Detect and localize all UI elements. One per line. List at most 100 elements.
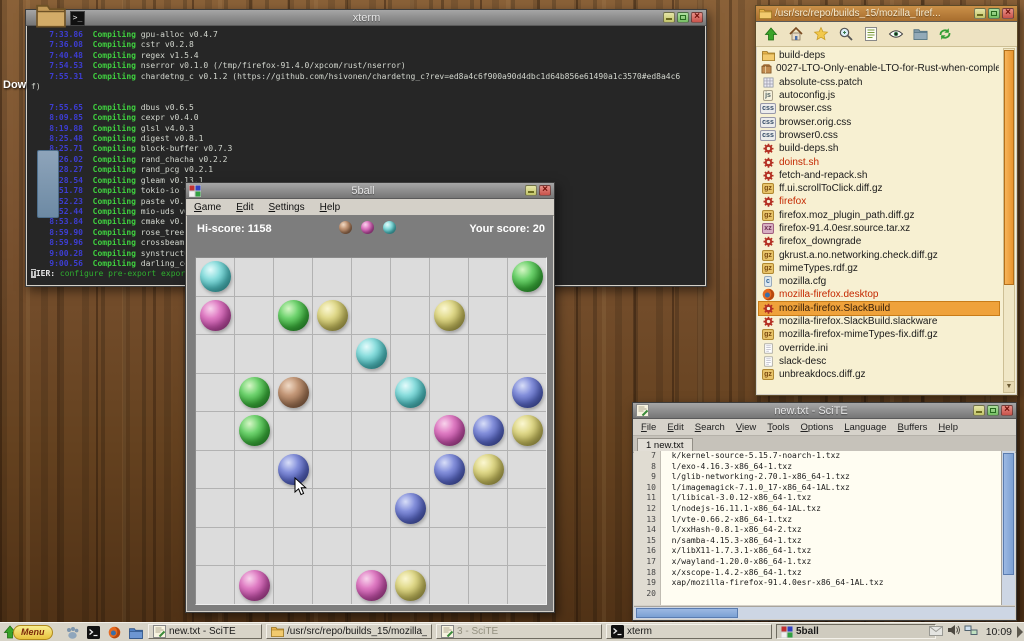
grid-cell[interactable]: [274, 374, 312, 412]
minimize-button[interactable]: [974, 8, 986, 19]
menu-item-help[interactable]: Help: [320, 202, 341, 213]
grid-cell[interactable]: [196, 451, 234, 489]
grid-cell[interactable]: [235, 412, 273, 450]
grid-cell[interactable]: [313, 489, 351, 527]
file-row[interactable]: firefox_downgrade: [759, 235, 999, 248]
file-row[interactable]: cssbrowser.css: [759, 102, 999, 115]
game-ball-magenta[interactable]: [434, 415, 465, 446]
file-manager-titlebar[interactable]: /usr/src/repo/builds_15/mozilla_firef...: [756, 6, 1017, 22]
grid-cell[interactable]: [274, 297, 312, 335]
minimize-button[interactable]: [525, 185, 537, 196]
scrollbar-thumb[interactable]: [1003, 453, 1014, 575]
menu-item-edit[interactable]: Edit: [236, 202, 253, 213]
grid-cell[interactable]: [196, 297, 234, 335]
maximize-button[interactable]: [677, 12, 689, 23]
grid-cell[interactable]: [196, 374, 234, 412]
menu-button[interactable]: Menu: [2, 624, 53, 640]
menu-item-edit[interactable]: Edit: [667, 422, 683, 433]
menu-item-view[interactable]: View: [736, 422, 756, 433]
vertical-scrollbar[interactable]: [1001, 451, 1015, 605]
grid-cell[interactable]: [430, 566, 468, 604]
grid-cell[interactable]: [352, 258, 390, 296]
menu-item-tools[interactable]: Tools: [767, 422, 789, 433]
task-button[interactable]: 5ball: [776, 624, 936, 639]
grid-cell[interactable]: [391, 374, 429, 412]
file-row[interactable]: gzfirefox.moz_plugin_path.diff.gz: [759, 209, 999, 222]
file-row[interactable]: xzfirefox-91.4.0esr.source.tar.xz: [759, 222, 999, 235]
file-row[interactable]: jsautoconfig.js: [759, 89, 999, 102]
grid-cell[interactable]: [235, 528, 273, 566]
grid-cell[interactable]: [469, 258, 507, 296]
close-button[interactable]: [1002, 8, 1014, 19]
maximize-button[interactable]: [987, 405, 999, 416]
grid-cell[interactable]: [469, 297, 507, 335]
launcher-terminal-icon[interactable]: [85, 625, 102, 640]
grid-cell[interactable]: [352, 566, 390, 604]
grid-cell[interactable]: [313, 412, 351, 450]
grid-cell[interactable]: [469, 566, 507, 604]
file-row[interactable]: gzff.ui.scrollToClick.diff.gz: [759, 182, 999, 195]
grid-cell[interactable]: [391, 335, 429, 373]
grid-cell[interactable]: [508, 566, 546, 604]
launcher-folder-blue-icon[interactable]: [127, 625, 144, 640]
list-view-icon[interactable]: [863, 26, 879, 42]
file-row[interactable]: gzmozilla-firefox-mimeTypes-fix.diff.gz: [759, 328, 999, 341]
grid-cell[interactable]: [469, 412, 507, 450]
game-ball-magenta[interactable]: [239, 570, 270, 601]
menu-item-search[interactable]: Search: [695, 422, 725, 433]
grid-cell[interactable]: [430, 489, 468, 527]
file-row[interactable]: build-deps.sh: [759, 142, 999, 155]
grid-cell[interactable]: [352, 297, 390, 335]
game-ball-yellow[interactable]: [395, 570, 426, 601]
menu-item-game[interactable]: Game: [194, 202, 221, 213]
game-ball-blue[interactable]: [434, 454, 465, 485]
file-row[interactable]: override.ini: [759, 342, 999, 355]
grid-cell[interactable]: [313, 374, 351, 412]
grid-cell[interactable]: [391, 297, 429, 335]
game-ball-yellow[interactable]: [434, 300, 465, 331]
grid-cell[interactable]: [508, 528, 546, 566]
grid-cell[interactable]: [508, 258, 546, 296]
task-button[interactable]: 3 - SciTE: [436, 624, 602, 639]
file-row[interactable]: mozilla-firefox.SlackBuild.slackware: [759, 315, 999, 328]
grid-cell[interactable]: [274, 566, 312, 604]
minimize-button[interactable]: [973, 405, 985, 416]
grid-cell[interactable]: [508, 489, 546, 527]
grid-cell[interactable]: [352, 412, 390, 450]
desktop-icon[interactable]: [37, 150, 59, 218]
game-ball-yellow[interactable]: [512, 415, 543, 446]
grid-cell[interactable]: [196, 258, 234, 296]
menu-item-language[interactable]: Language: [844, 422, 886, 433]
grid-cell[interactable]: [235, 297, 273, 335]
game-ball-green[interactable]: [239, 415, 270, 446]
grid-cell[interactable]: [274, 258, 312, 296]
xterm-titlebar[interactable]: >_ xterm: [26, 10, 706, 26]
home-icon[interactable]: [788, 26, 804, 42]
grid-cell[interactable]: [430, 412, 468, 450]
grid-cell[interactable]: [430, 297, 468, 335]
grid-cell[interactable]: [469, 528, 507, 566]
grid-cell[interactable]: [235, 374, 273, 412]
grid-cell[interactable]: [313, 451, 351, 489]
grid-cell[interactable]: [430, 528, 468, 566]
close-button[interactable]: [1001, 405, 1013, 416]
grid-cell[interactable]: [196, 335, 234, 373]
grid-cell[interactable]: [313, 566, 351, 604]
game-ball-yellow[interactable]: [473, 454, 504, 485]
grid-cell[interactable]: [313, 528, 351, 566]
grid-cell[interactable]: [235, 451, 273, 489]
file-row[interactable]: build-deps: [759, 49, 999, 62]
grid-cell[interactable]: [196, 412, 234, 450]
minimize-button[interactable]: [663, 12, 675, 23]
file-row[interactable]: fetch-and-repack.sh: [759, 169, 999, 182]
game-ball-cyan[interactable]: [200, 261, 231, 292]
close-button[interactable]: [539, 185, 551, 196]
file-row[interactable]: doinst.sh: [759, 155, 999, 168]
menu-item-options[interactable]: Options: [800, 422, 833, 433]
game-ball-brown[interactable]: [278, 377, 309, 408]
grid-cell[interactable]: [469, 374, 507, 412]
game-ball-magenta[interactable]: [200, 300, 231, 331]
panel-collapse-arrow[interactable]: [1017, 626, 1023, 638]
game-ball-green[interactable]: [239, 377, 270, 408]
game-ball-blue[interactable]: [512, 377, 543, 408]
